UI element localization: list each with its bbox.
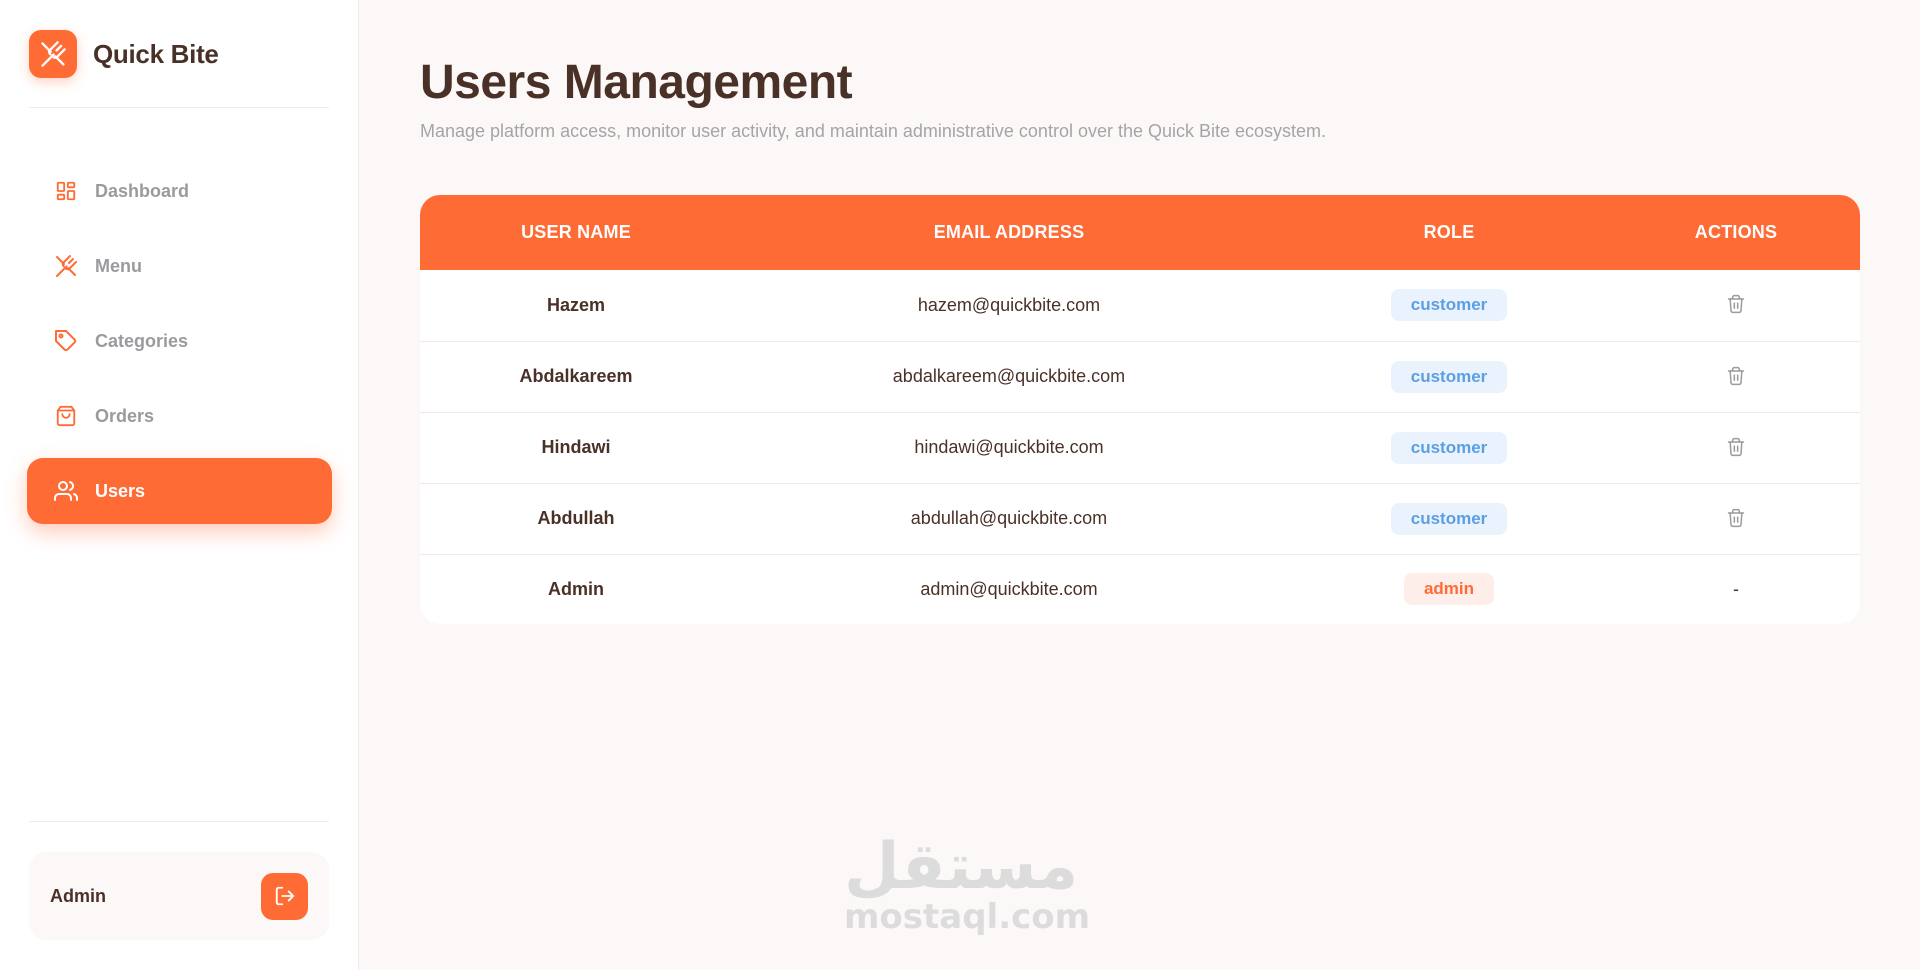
users-icon bbox=[54, 479, 78, 503]
delete-user-button[interactable] bbox=[1722, 433, 1750, 461]
users-table: USER NAME EMAIL ADDRESS ROLE ACTIONS Haz… bbox=[420, 195, 1860, 624]
table-row: Abdullah abdullah@quickbite.com customer bbox=[420, 483, 1860, 554]
role-cell: customer bbox=[1286, 412, 1612, 483]
table-row: Admin admin@quickbite.com admin - bbox=[420, 554, 1860, 624]
delete-user-button[interactable] bbox=[1722, 290, 1750, 318]
column-header-user-name[interactable]: USER NAME bbox=[420, 195, 732, 270]
sidebar-divider bbox=[29, 821, 329, 822]
email-cell: abdalkareem@quickbite.com bbox=[892, 366, 1126, 386]
users-table-card: USER NAME EMAIL ADDRESS ROLE ACTIONS Haz… bbox=[420, 195, 1860, 624]
user-name-cell: Abdullah bbox=[537, 508, 615, 528]
sidebar-item-label: Dashboard bbox=[95, 180, 190, 201]
actions-cell bbox=[1612, 270, 1860, 341]
email-cell: hindawi@quickbite.com bbox=[914, 437, 1104, 457]
sidebar: Quick Bite Dashboard Menu Categories Ord… bbox=[0, 0, 359, 970]
sidebar-divider bbox=[29, 107, 329, 108]
sidebar-item-categories[interactable]: Categories bbox=[27, 308, 332, 374]
sidebar-item-users[interactable]: Users bbox=[27, 458, 332, 524]
table-row: Hazem hazem@quickbite.com customer bbox=[420, 270, 1860, 341]
brand-name: Quick Bite bbox=[93, 38, 219, 69]
page-subtitle: Manage platform access, monitor user act… bbox=[420, 121, 1327, 141]
no-action-placeholder: - bbox=[1733, 578, 1739, 599]
role-badge: customer bbox=[1390, 502, 1508, 535]
brand[interactable]: Quick Bite bbox=[29, 30, 219, 78]
delete-user-button[interactable] bbox=[1722, 362, 1750, 390]
table-header-row: USER NAME EMAIL ADDRESS ROLE ACTIONS bbox=[420, 195, 1860, 270]
watermark-arabic: مستقل bbox=[844, 830, 1079, 904]
role-cell: customer bbox=[1286, 270, 1612, 341]
role-badge: customer bbox=[1390, 431, 1508, 464]
sidebar-item-label: Categories bbox=[95, 330, 189, 351]
utensils-logo-icon bbox=[29, 30, 77, 78]
app-root: Quick Bite Dashboard Menu Categories Ord… bbox=[0, 0, 1920, 970]
dashboard-grid-icon bbox=[54, 179, 78, 203]
user-name-cell: Hazem bbox=[546, 294, 606, 315]
actions-cell bbox=[1612, 341, 1860, 412]
current-user-card: Admin bbox=[29, 852, 329, 940]
watermark: مستقل mostaql.com bbox=[844, 830, 1091, 937]
table-row: Hindawi hindawi@quickbite.com customer bbox=[420, 412, 1860, 483]
user-name-cell: Hindawi bbox=[541, 437, 611, 457]
logout-icon bbox=[275, 886, 294, 906]
sidebar-item-label: Menu bbox=[95, 255, 142, 276]
user-name-cell: Abdalkareem bbox=[519, 366, 633, 386]
utensils-icon bbox=[54, 254, 78, 278]
column-header-role[interactable]: ROLE bbox=[1286, 195, 1612, 270]
trash-icon bbox=[1727, 366, 1745, 385]
tag-icon bbox=[54, 329, 78, 353]
trash-icon bbox=[1727, 295, 1745, 314]
trash-icon bbox=[1727, 437, 1745, 456]
role-badge: customer bbox=[1390, 360, 1508, 393]
email-cell: abdullah@quickbite.com bbox=[910, 508, 1108, 528]
role-badge: customer bbox=[1390, 289, 1508, 322]
user-name-cell: Admin bbox=[548, 578, 604, 599]
email-cell: hazem@quickbite.com bbox=[917, 294, 1101, 315]
role-cell: customer bbox=[1286, 341, 1612, 412]
logout-button[interactable] bbox=[261, 872, 308, 920]
watermark-latin: mostaql.com bbox=[844, 897, 1091, 937]
sidebar-item-orders[interactable]: Orders bbox=[27, 383, 332, 449]
shopping-bag-icon bbox=[54, 404, 78, 428]
column-header-actions: ACTIONS bbox=[1694, 222, 1778, 242]
actions-cell bbox=[1612, 483, 1860, 554]
table-row: Abdalkareem abdalkareem@quickbite.com cu… bbox=[420, 341, 1860, 412]
role-cell: customer bbox=[1286, 483, 1612, 554]
delete-user-button[interactable] bbox=[1722, 504, 1750, 532]
actions-cell: - bbox=[1612, 554, 1860, 624]
email-cell: admin@quickbite.com bbox=[920, 578, 1098, 599]
page-title: Users Management bbox=[420, 56, 853, 109]
current-user-name: Admin bbox=[50, 885, 106, 906]
trash-icon bbox=[1727, 508, 1745, 527]
column-header-email[interactable]: EMAIL ADDRESS bbox=[732, 195, 1286, 270]
sidebar-item-dashboard[interactable]: Dashboard bbox=[27, 158, 332, 224]
actions-cell bbox=[1612, 412, 1860, 483]
role-badge: admin bbox=[1403, 573, 1495, 606]
sidebar-item-menu[interactable]: Menu bbox=[27, 233, 332, 299]
role-cell: admin bbox=[1286, 554, 1612, 624]
sidebar-item-label: Orders bbox=[95, 405, 155, 426]
sidebar-item-label: Users bbox=[95, 480, 146, 501]
